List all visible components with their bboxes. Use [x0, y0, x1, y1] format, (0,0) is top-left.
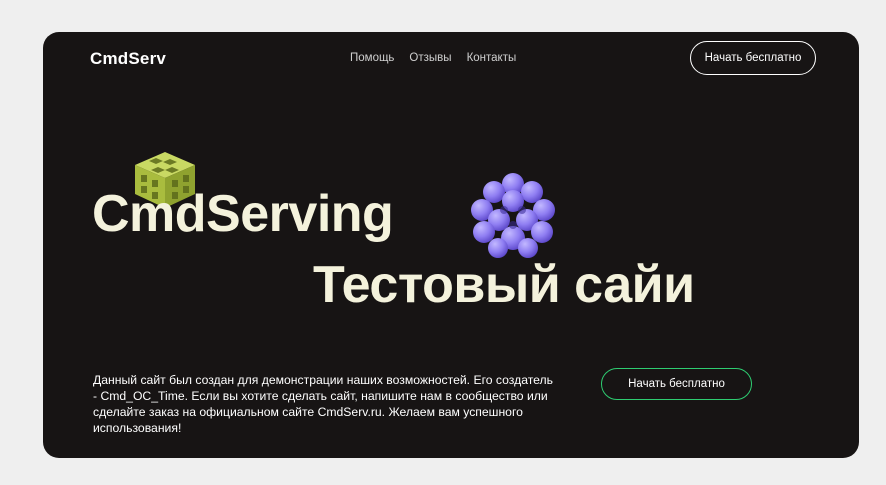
purple-rounded-cube-icon: [471, 173, 555, 258]
main-nav: Помощь Отзывы Контакты: [350, 52, 516, 64]
nav-item-reviews[interactable]: Отзывы: [409, 52, 451, 64]
nav-item-help[interactable]: Помощь: [350, 52, 394, 64]
site-logo[interactable]: CmdServ: [90, 49, 166, 69]
header-start-free-button[interactable]: Начать бесплатно: [690, 41, 816, 75]
hero-title-line2: Тестовый сайи: [313, 256, 695, 314]
nav-item-contacts[interactable]: Контакты: [467, 52, 517, 64]
hero-title-line1: CmdServing: [92, 185, 394, 243]
hero-card: CmdServ Помощь Отзывы Контакты Начать бе…: [43, 32, 859, 458]
hero-description: Данный сайт был создан для демонстрации …: [93, 373, 554, 436]
hero-start-free-button[interactable]: Начать бесплатно: [601, 368, 752, 400]
